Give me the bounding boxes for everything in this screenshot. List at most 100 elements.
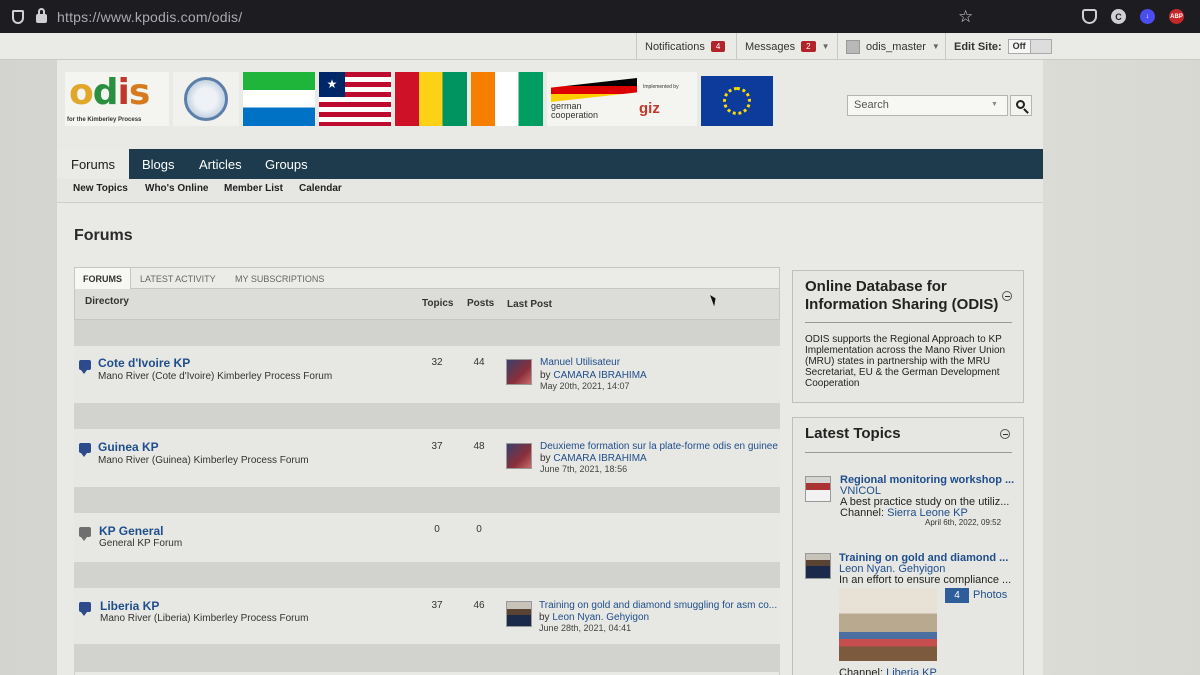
search-input[interactable]: Search [847, 95, 1008, 116]
topics-count: 32 [431, 357, 443, 368]
sub-nav: New Topics Who's Online Member List Cale… [57, 179, 1043, 203]
topic-photo-thumbnail[interactable] [839, 588, 937, 661]
extension-download-icon[interactable]: ↓ [1140, 9, 1155, 24]
last-post-title-link[interactable]: Deuxieme formation sur la plate-forme od… [540, 441, 778, 452]
address-bar[interactable]: https://www.kpodis.com/odis/ [12, 8, 242, 25]
row-separator [74, 487, 780, 513]
tab-articles[interactable]: Articles [185, 149, 256, 179]
odis-box-title: Online Database for Information Sharing (… [805, 278, 999, 313]
forum-description: Mano River (Cote d'Ivoire) Kimberley Pro… [98, 371, 333, 382]
adblock-icon[interactable]: ABP [1169, 9, 1184, 24]
search-button[interactable] [1010, 95, 1032, 116]
last-post-date: May 20th, 2021, 14:07 [540, 381, 630, 391]
edit-site-toggle[interactable]: Off [1007, 39, 1052, 54]
forum-name-link[interactable]: Guinea KP [98, 440, 159, 454]
topic-avatar[interactable] [805, 476, 831, 502]
forum-row: KP General General KP Forum 0 0 [74, 513, 780, 562]
row-separator [74, 644, 780, 672]
photos-link[interactable]: Photos [973, 589, 1007, 601]
collapse-icon[interactable] [1002, 291, 1012, 301]
forum-table-header: Directory Topics Posts Last Post [74, 289, 780, 320]
topic-avatar[interactable] [805, 553, 831, 579]
last-post-avatar[interactable] [506, 359, 532, 385]
divider [805, 322, 1012, 323]
collapse-icon[interactable] [1000, 429, 1010, 439]
search-icon [1015, 100, 1025, 109]
messages-menu[interactable]: Messages 2 ▼ [736, 33, 838, 60]
pocket-icon[interactable] [1082, 9, 1097, 24]
tab-forums[interactable]: Forums [57, 149, 130, 179]
topic-channel-link[interactable]: Liberia KP [886, 667, 937, 675]
last-post-author-link[interactable]: Leon Nyan. Gehyigon [552, 612, 649, 623]
header-banner: odis for the Kimberley Process ★ german c… [65, 72, 773, 126]
lock-icon[interactable] [36, 8, 47, 23]
last-post-author-link[interactable]: CAMARA IBRAHIMA [553, 453, 646, 464]
german-flag-icon [551, 78, 637, 102]
chevron-down-icon: ▼ [931, 42, 940, 51]
extension-c-icon[interactable]: C [1111, 9, 1126, 24]
forum-row: Cote d'Ivoire KP Mano River (Cote d'Ivoi… [74, 346, 780, 403]
user-avatar [846, 39, 860, 54]
eu-stars-icon [723, 87, 751, 115]
chevron-down-icon[interactable]: ▼ [991, 101, 998, 108]
latest-topics-title: Latest Topics [805, 425, 901, 442]
column-last-post: Last Post [507, 299, 553, 310]
extension-icons: C ↓ ABP [1082, 9, 1184, 24]
forum-chat-icon [79, 602, 91, 616]
toggle-state: Off [1008, 40, 1031, 53]
forum-chat-icon [79, 527, 91, 541]
last-post-title-link[interactable]: Training on gold and diamond smuggling f… [539, 600, 777, 611]
photo-count-badge[interactable]: 4 [945, 588, 969, 603]
shield-icon[interactable] [12, 9, 24, 24]
user-topbar: Notifications 4 Messages 2 ▼ odis_master… [0, 33, 1200, 60]
giz-wordmark: giz [639, 100, 660, 117]
last-post-avatar[interactable] [506, 601, 532, 627]
odis-wordmark-icon: odis [69, 72, 150, 113]
last-post-author: by CAMARA IBRAHIMA [540, 453, 647, 464]
edit-site-label: Edit Site: [954, 40, 1002, 53]
tab-my-subscriptions[interactable]: MY SUBSCRIPTIONS [227, 268, 332, 289]
topics-count: 0 [434, 524, 440, 535]
subnav-member-list[interactable]: Member List [224, 183, 283, 194]
edit-site-control: Edit Site: Off [945, 33, 1060, 60]
notifications-menu[interactable]: Notifications 4 [636, 33, 733, 60]
row-separator [74, 320, 780, 346]
star-icon: ★ [319, 72, 345, 97]
column-topics: Topics [422, 298, 454, 309]
messages-badge: 2 [801, 41, 816, 52]
forum-name-link[interactable]: KP General [99, 524, 163, 538]
liberia-flag: ★ [319, 72, 391, 126]
cote-divoire-flag [471, 72, 543, 126]
browser-toolbar: https://www.kpodis.com/odis/ ☆ C ↓ ABP [0, 0, 1200, 33]
last-post-avatar[interactable] [506, 443, 532, 469]
subnav-new-topics[interactable]: New Topics [73, 183, 128, 194]
sierra-leone-flag [243, 72, 315, 126]
last-post-date: June 28th, 2021, 04:41 [539, 623, 632, 633]
row-separator [74, 562, 780, 588]
odis-logo[interactable]: odis for the Kimberley Process [65, 72, 169, 126]
topic-channel: Channel: Liberia KP [839, 667, 937, 675]
subnav-whos-online[interactable]: Who's Online [145, 183, 209, 194]
forum-row: Guinea KP Mano River (Guinea) Kimberley … [74, 429, 780, 487]
last-post-author: by Leon Nyan. Gehyigon [539, 612, 650, 623]
guinea-flag [395, 72, 467, 126]
last-post-author-link[interactable]: CAMARA IBRAHIMA [553, 370, 646, 381]
tab-forums-list[interactable]: FORUMS [75, 268, 131, 289]
notifications-label: Notifications [645, 40, 705, 53]
chevron-down-icon: ▼ [821, 42, 830, 51]
tab-latest-activity[interactable]: LATEST ACTIVITY [132, 268, 224, 289]
subnav-calendar[interactable]: Calendar [299, 183, 342, 194]
column-posts: Posts [467, 298, 495, 309]
tab-groups[interactable]: Groups [251, 149, 322, 179]
topic-date: April 6th, 2022, 09:52 [925, 518, 1002, 527]
url-text[interactable]: https://www.kpodis.com/odis/ [57, 9, 242, 25]
forum-name-link[interactable]: Liberia KP [100, 599, 159, 613]
last-post-title-link[interactable]: Manuel Utilisateur [540, 357, 620, 368]
user-menu[interactable]: odis_master ▼ [837, 33, 948, 60]
german-cooperation-text: german cooperation [551, 101, 599, 120]
forum-name-link[interactable]: Cote d'Ivoire KP [98, 356, 190, 370]
forum-tabs: FORUMS LATEST ACTIVITY MY SUBSCRIPTIONS [74, 267, 780, 289]
tab-blogs[interactable]: Blogs [128, 149, 189, 179]
german-cooperation-giz-logo: german cooperation Implemented by giz [547, 72, 697, 126]
bookmark-star-icon[interactable]: ☆ [958, 7, 973, 27]
